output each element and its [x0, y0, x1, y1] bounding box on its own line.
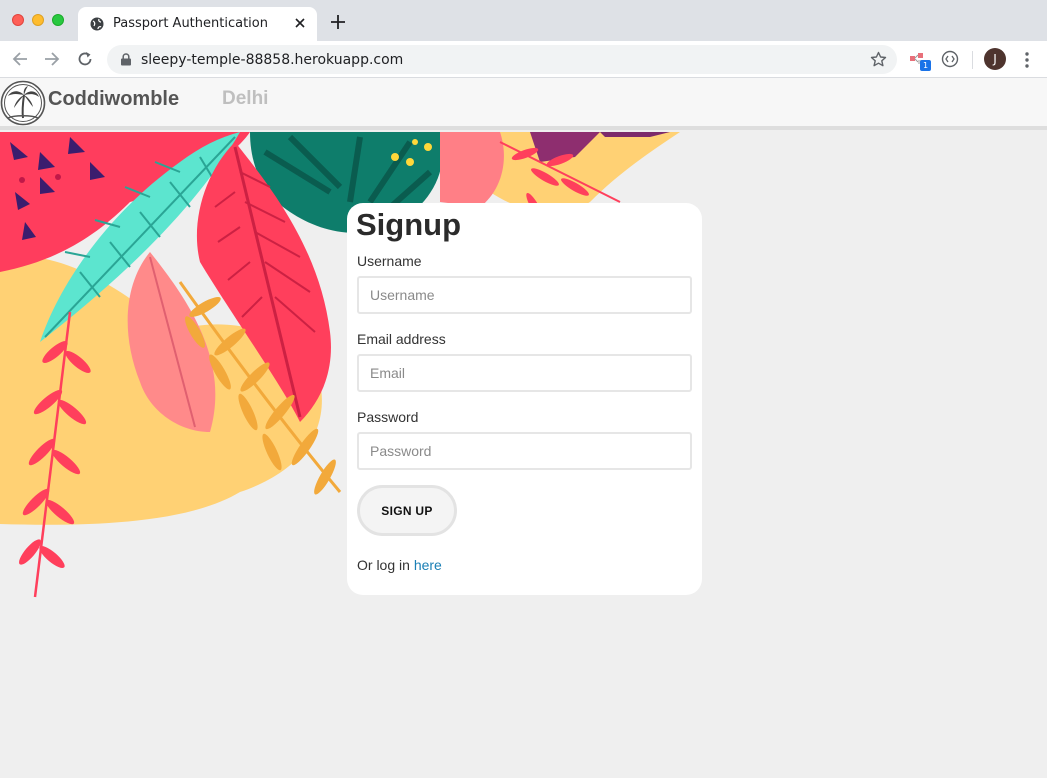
maximize-window-button[interactable] — [52, 14, 64, 26]
email-label: Email address — [357, 331, 446, 347]
more-menu-icon[interactable] — [1020, 51, 1034, 69]
close-tab-icon[interactable] — [291, 14, 309, 32]
login-prompt-text: Or log in — [357, 557, 410, 573]
forward-arrow-icon[interactable] — [43, 50, 61, 68]
close-window-button[interactable] — [12, 14, 24, 26]
password-label: Password — [357, 409, 419, 425]
globe-icon — [90, 17, 104, 31]
username-input[interactable] — [357, 276, 692, 314]
login-link[interactable]: here — [414, 557, 442, 573]
site-navbar: Coddiwomble Delhi — [0, 78, 1047, 130]
lock-icon — [121, 53, 131, 66]
login-prompt: Or log in here — [357, 557, 442, 573]
extension-icon[interactable]: 1 — [907, 50, 931, 72]
toolbar-separator — [972, 51, 973, 69]
extension-code-icon[interactable] — [941, 50, 959, 68]
address-bar[interactable]: sleepy-temple-88858.herokuapp.com — [107, 45, 897, 74]
reload-icon[interactable] — [76, 50, 94, 68]
tab-title: Passport Authentication — [113, 16, 268, 31]
extension-badge: 1 — [920, 60, 931, 71]
browser-tab-bar: Passport Authentication — [0, 0, 1047, 41]
browser-tab[interactable]: Passport Authentication — [78, 7, 317, 41]
password-input[interactable] — [357, 432, 692, 470]
username-label: Username — [357, 253, 422, 269]
bookmark-star-icon[interactable] — [870, 51, 887, 68]
url-text: sleepy-temple-88858.herokuapp.com — [141, 52, 404, 68]
browser-toolbar: sleepy-temple-88858.herokuapp.com 1 J — [0, 41, 1047, 78]
minimize-window-button[interactable] — [32, 14, 44, 26]
new-tab-icon[interactable] — [330, 14, 346, 30]
nav-link-city[interactable]: Delhi — [222, 88, 268, 110]
palm-tree-logo-icon[interactable] — [0, 80, 46, 126]
signup-card: Signup Username Email address Password S… — [347, 203, 702, 595]
brand-name[interactable]: Coddiwomble — [48, 88, 179, 111]
profile-avatar[interactable]: J — [984, 48, 1006, 70]
back-arrow-icon[interactable] — [11, 50, 29, 68]
page-title: Signup — [356, 207, 462, 242]
signup-button[interactable]: SIGN UP — [357, 485, 457, 536]
email-input[interactable] — [357, 354, 692, 392]
